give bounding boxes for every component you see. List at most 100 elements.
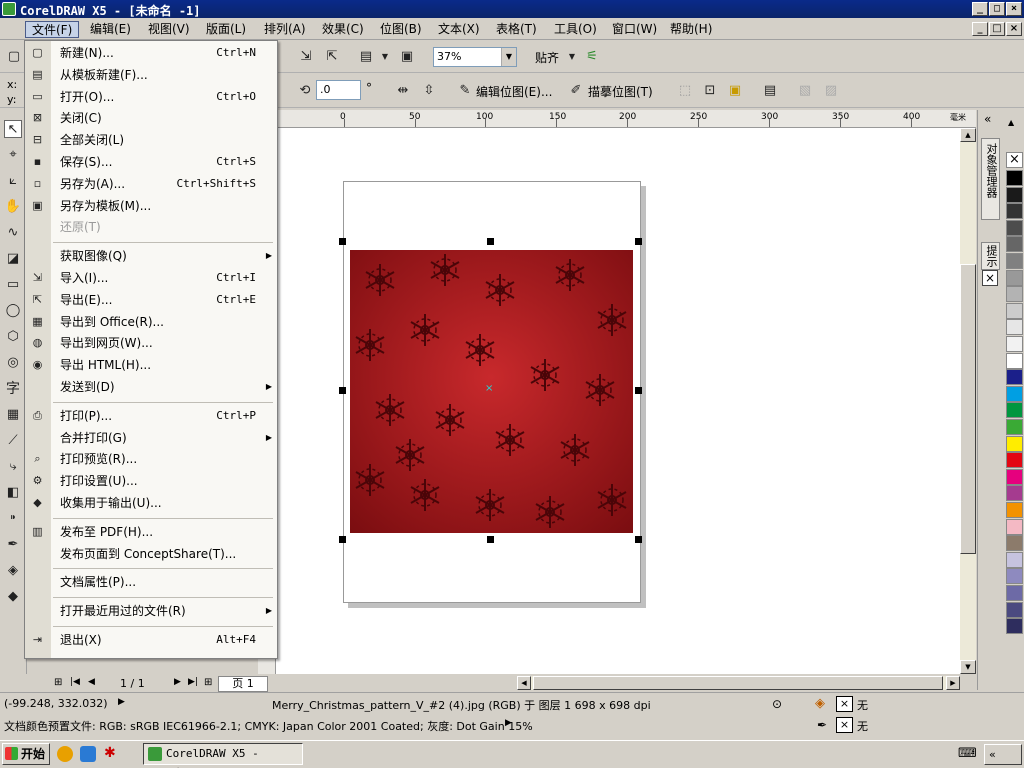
menu-view[interactable]: 视图(V) — [142, 21, 196, 38]
pick-tool-icon[interactable]: ↖ — [4, 120, 22, 138]
palette-swatch[interactable] — [1006, 452, 1023, 469]
profile-expand-icon[interactable]: ▶ — [505, 718, 512, 728]
file-menu-item[interactable]: 从模板新建(F)... — [52, 65, 276, 85]
vertical-scroll-thumb[interactable] — [960, 264, 976, 554]
palette-swatch[interactable] — [1006, 585, 1023, 601]
taskbar-coreldraw-button[interactable]: CorelDRAW X5 - [未... — [143, 743, 303, 768]
new-icon[interactable]: ▢ — [5, 48, 23, 66]
file-menu-item[interactable]: 新建(N)... Ctrl+N — [52, 43, 276, 63]
zoom-combo[interactable]: 37% ▼ — [433, 47, 517, 67]
no-color-icon[interactable]: × — [1006, 152, 1023, 168]
minimize-icon[interactable]: _ — [972, 2, 988, 16]
palette-scroll-up-icon[interactable]: ▲ — [1008, 118, 1014, 127]
palette-swatch[interactable] — [1006, 385, 1023, 402]
selection-handle[interactable] — [635, 387, 642, 394]
file-menu-item[interactable]: 发布至 PDF(H)... — [52, 522, 276, 542]
scroll-down-icon[interactable]: ▼ — [960, 660, 976, 674]
palette-swatch[interactable] — [1006, 568, 1023, 585]
palette-swatch[interactable] — [1006, 402, 1023, 419]
file-menu-item[interactable]: 发布页面到 ConceptShare(T)... — [52, 544, 276, 564]
menu-bitmaps[interactable]: 位图(B) — [374, 21, 428, 38]
quicklaunch-icon[interactable]: ✱ — [104, 745, 116, 761]
selection-handle[interactable] — [339, 387, 346, 394]
file-menu-item[interactable]: 关闭(C) — [52, 108, 276, 128]
import-icon[interactable]: ⇲ — [297, 48, 315, 66]
shape-tool-icon[interactable]: ⌖ — [4, 146, 22, 164]
mirror-vertical-icon[interactable]: ⇳ — [420, 82, 438, 100]
palette-swatch[interactable] — [1006, 485, 1023, 502]
palette-swatch[interactable] — [1006, 286, 1023, 303]
next-page-icon[interactable]: ▶ — [174, 677, 181, 687]
file-menu-item[interactable]: 导出(E)... Ctrl+E — [52, 290, 276, 310]
scroll-left-icon[interactable]: ◀ — [517, 676, 531, 690]
palette-swatch[interactable] — [1006, 219, 1023, 236]
ellipse-tool-icon[interactable]: ◯ — [4, 302, 22, 320]
palette-swatch[interactable] — [1006, 253, 1023, 269]
outline-tool-icon[interactable]: ✒ — [4, 536, 22, 554]
text-tool-icon[interactable]: 字 — [4, 380, 22, 398]
fill-tool-icon[interactable]: ◈ — [4, 562, 22, 580]
edit-bitmap-button[interactable]: 编辑位图(E)... — [476, 83, 552, 100]
browser-icon[interactable] — [80, 746, 96, 762]
selection-handle[interactable] — [339, 536, 346, 543]
menu-help[interactable]: 帮助(H) — [664, 21, 718, 38]
application-launcher-icon[interactable]: ▤ — [357, 48, 375, 66]
file-menu-item[interactable]: 文档属性(P)... — [52, 572, 276, 592]
docker-collapse-icon[interactable]: « — [984, 112, 991, 126]
bitmap-color-mask-icon[interactable]: ▣ — [726, 82, 744, 100]
selection-handle[interactable] — [635, 536, 642, 543]
doc-restore-icon[interactable]: □ — [989, 22, 1005, 36]
smart-fill-icon[interactable]: ◪ — [4, 250, 22, 268]
polygon-tool-icon[interactable]: ⬡ — [4, 328, 22, 346]
menu-table[interactable]: 表格(T) — [490, 21, 543, 38]
wrap-text-icon[interactable]: ▤ — [761, 82, 779, 100]
tab-hints[interactable]: 提示 — [981, 242, 1000, 270]
file-menu-item[interactable]: 导出到 Office(R)... — [52, 312, 276, 332]
edit-bitmap-icon[interactable]: ✎ — [456, 82, 474, 100]
keyboard-icon[interactable]: ⌨ — [958, 746, 977, 761]
palette-swatch[interactable] — [1006, 203, 1023, 220]
doc-close-icon[interactable]: × — [1006, 22, 1022, 36]
palette-swatch[interactable] — [1006, 535, 1023, 552]
palette-swatch[interactable] — [1006, 236, 1023, 253]
file-menu-item[interactable]: 打印设置(U)... — [52, 471, 276, 491]
menu-edit[interactable]: 编辑(E) — [84, 21, 137, 38]
file-menu-item[interactable]: 合并打印(G) ▶ — [52, 428, 276, 448]
trace-bitmap-button[interactable]: 描摹位图(T) — [588, 83, 653, 100]
add-page-icon[interactable]: ⊞ — [54, 677, 62, 688]
welcome-screen-icon[interactable]: ▣ — [398, 48, 416, 66]
eyedropper-tool-icon[interactable]: ⁍ — [4, 510, 22, 528]
palette-swatch[interactable] — [1006, 170, 1023, 186]
file-menu-item[interactable]: 导出 HTML(H)... — [52, 355, 276, 375]
selection-handle[interactable] — [339, 238, 346, 245]
horizontal-scrollbar[interactable]: ◀ ▶ — [517, 676, 960, 690]
maximize-icon[interactable]: □ — [989, 2, 1005, 16]
selection-handle[interactable] — [487, 238, 494, 245]
vertical-scrollbar[interactable]: ▲ ▼ — [960, 128, 976, 674]
file-menu-item[interactable]: 收集用于输出(U)... — [52, 493, 276, 513]
file-menu-item[interactable]: 打印(P)... Ctrl+P — [52, 406, 276, 426]
interactive-fill-icon[interactable]: ◆ — [4, 588, 22, 606]
selection-handle[interactable] — [635, 238, 642, 245]
palette-swatch[interactable] — [1006, 468, 1023, 485]
basic-shapes-icon[interactable]: ◎ — [4, 354, 22, 372]
file-menu-item[interactable]: 全部关闭(L) — [52, 130, 276, 150]
menu-tools[interactable]: 工具(O) — [548, 21, 603, 38]
last-page-icon[interactable]: ▶| — [188, 677, 198, 687]
palette-swatch[interactable] — [1006, 336, 1023, 352]
file-menu-item[interactable]: 发送到(D) ▶ — [52, 377, 276, 397]
palette-swatch[interactable] — [1006, 618, 1023, 635]
selection-handle[interactable] — [487, 536, 494, 543]
crop-tool-icon[interactable]: ⟀ — [4, 172, 22, 190]
menu-file[interactable]: 文件(F) — [25, 21, 80, 38]
file-menu-item[interactable]: 退出(X) Alt+F4 — [52, 630, 276, 650]
snap-to-button[interactable]: 贴齐 — [535, 49, 559, 66]
zoom-dropdown-icon[interactable]: ▼ — [501, 48, 516, 66]
menu-text[interactable]: 文本(X) — [432, 21, 486, 38]
tab-object-manager[interactable]: 对象管理器 — [981, 138, 1000, 220]
rectangle-tool-icon[interactable]: ▭ — [4, 276, 22, 294]
file-menu-item[interactable]: 另存为(A)... Ctrl+Shift+S — [52, 174, 276, 194]
scroll-right-icon[interactable]: ▶ — [946, 676, 960, 690]
docker-close-icon[interactable]: × — [982, 270, 998, 286]
freehand-tool-icon[interactable]: ∿ — [4, 224, 22, 242]
